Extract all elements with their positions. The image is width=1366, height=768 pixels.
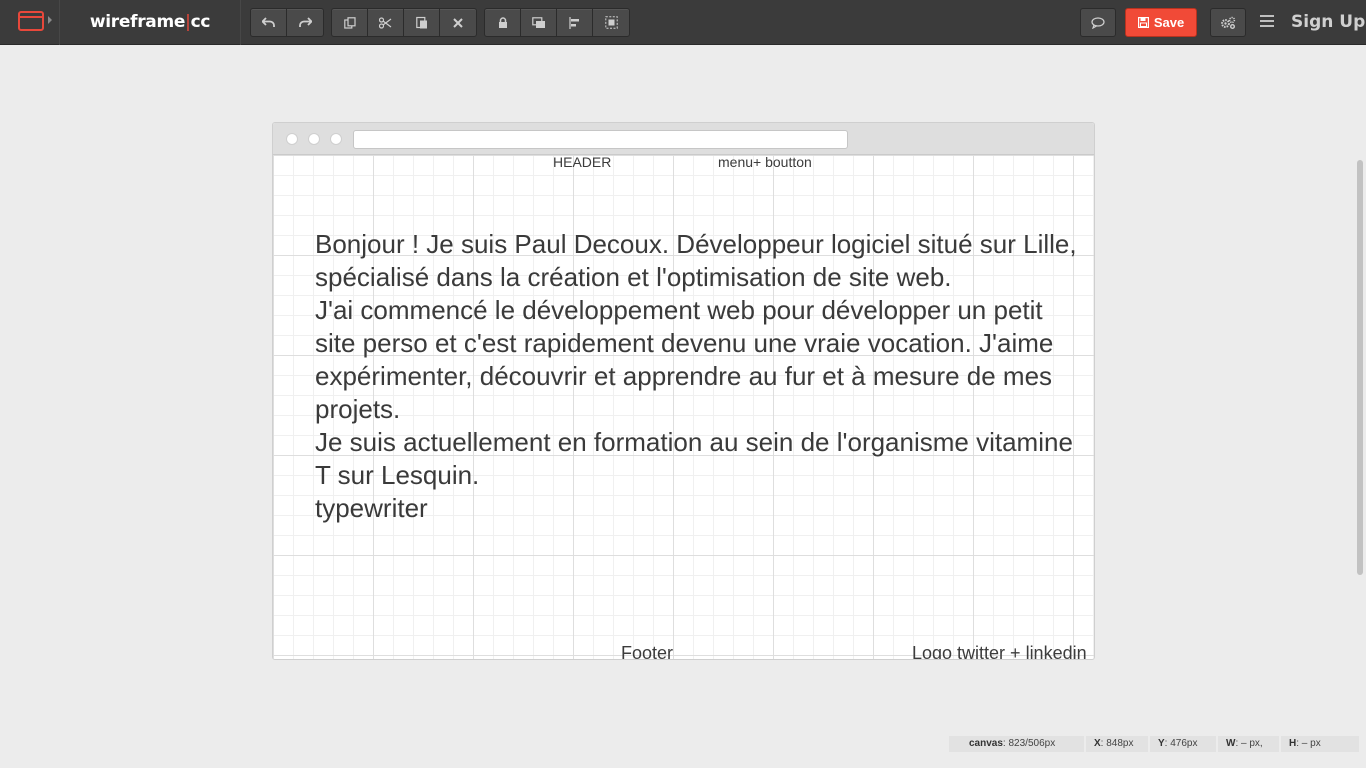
cut-button[interactable] [368, 9, 404, 36]
intro-paragraph: Bonjour ! Je suis Paul Decoux. Développe… [315, 229, 1077, 292]
bring-front-button[interactable] [521, 9, 557, 36]
x-readout: X: 848px [1086, 736, 1150, 752]
lock-icon [498, 16, 507, 28]
scrollbar-thumb[interactable] [1357, 160, 1363, 575]
paste-button[interactable] [404, 9, 440, 36]
wireframe-canvas[interactable]: HEADER menu+ boutton Bonjour ! Je suis P… [272, 122, 1095, 660]
paste-icon [415, 16, 427, 29]
arrange-group [484, 8, 630, 37]
redo-icon [298, 17, 312, 27]
window-dot-icon [286, 133, 298, 145]
intro-paragraph: J'ai commencé le développement web pour … [315, 295, 1054, 424]
intro-paragraph: Je suis actuellement en formation au sei… [315, 427, 1073, 490]
brand-logo[interactable]: wireframe|cc [60, 12, 240, 32]
height-readout: H: – px [1281, 736, 1361, 752]
gears-icon [1221, 16, 1236, 29]
window-dot-icon [308, 133, 320, 145]
align-icon [568, 16, 579, 29]
undo-button[interactable] [251, 9, 287, 36]
sign-up-link[interactable]: Sign Up [1291, 12, 1365, 32]
redo-button[interactable] [287, 9, 323, 36]
delete-icon [453, 17, 463, 28]
copy-button[interactable] [332, 9, 368, 36]
comment-button[interactable] [1080, 8, 1116, 37]
align-button[interactable] [557, 9, 593, 36]
bring-front-icon [531, 16, 545, 28]
group-icon [604, 16, 618, 29]
save-label: Save [1153, 15, 1185, 30]
save-button[interactable]: Save [1125, 8, 1197, 37]
social-logos-text[interactable]: Logo twitter + linkedin [912, 643, 1087, 659]
browser-chrome [273, 123, 1094, 155]
undo-icon [262, 17, 275, 27]
group-button[interactable] [593, 9, 629, 36]
toolbar-divider [240, 0, 241, 45]
comment-icon [1091, 16, 1105, 29]
copy-icon [343, 16, 356, 29]
header-text[interactable]: HEADER [553, 154, 611, 170]
app-window-icon[interactable] [18, 11, 44, 31]
floppy-disk-icon [1137, 17, 1149, 28]
settings-button[interactable] [1210, 8, 1246, 37]
menu-text[interactable]: menu+ boutton [718, 154, 812, 170]
edit-group [331, 8, 477, 37]
hamburger-menu-icon[interactable] [1260, 15, 1274, 27]
address-bar [353, 130, 848, 149]
width-readout: W: – px, [1218, 736, 1281, 752]
canvas-size-readout: canvas: 823/506px [949, 736, 1086, 752]
top-toolbar: wireframe|cc Save Sign Up [0, 0, 1366, 45]
lock-button[interactable] [485, 9, 521, 36]
intro-text-block[interactable]: Bonjour ! Je suis Paul Decoux. Développe… [315, 228, 1085, 525]
window-dot-icon [330, 133, 342, 145]
caret-right-icon[interactable] [48, 16, 52, 24]
footer-text[interactable]: Footer [621, 643, 673, 659]
cut-icon [379, 16, 392, 29]
history-group [250, 8, 324, 37]
delete-button[interactable] [440, 9, 476, 36]
intro-paragraph: typewriter [315, 493, 428, 523]
status-bar: canvas: 823/506px X: 848px Y: 476px W: –… [949, 736, 1361, 752]
y-readout: Y: 476px [1150, 736, 1218, 752]
